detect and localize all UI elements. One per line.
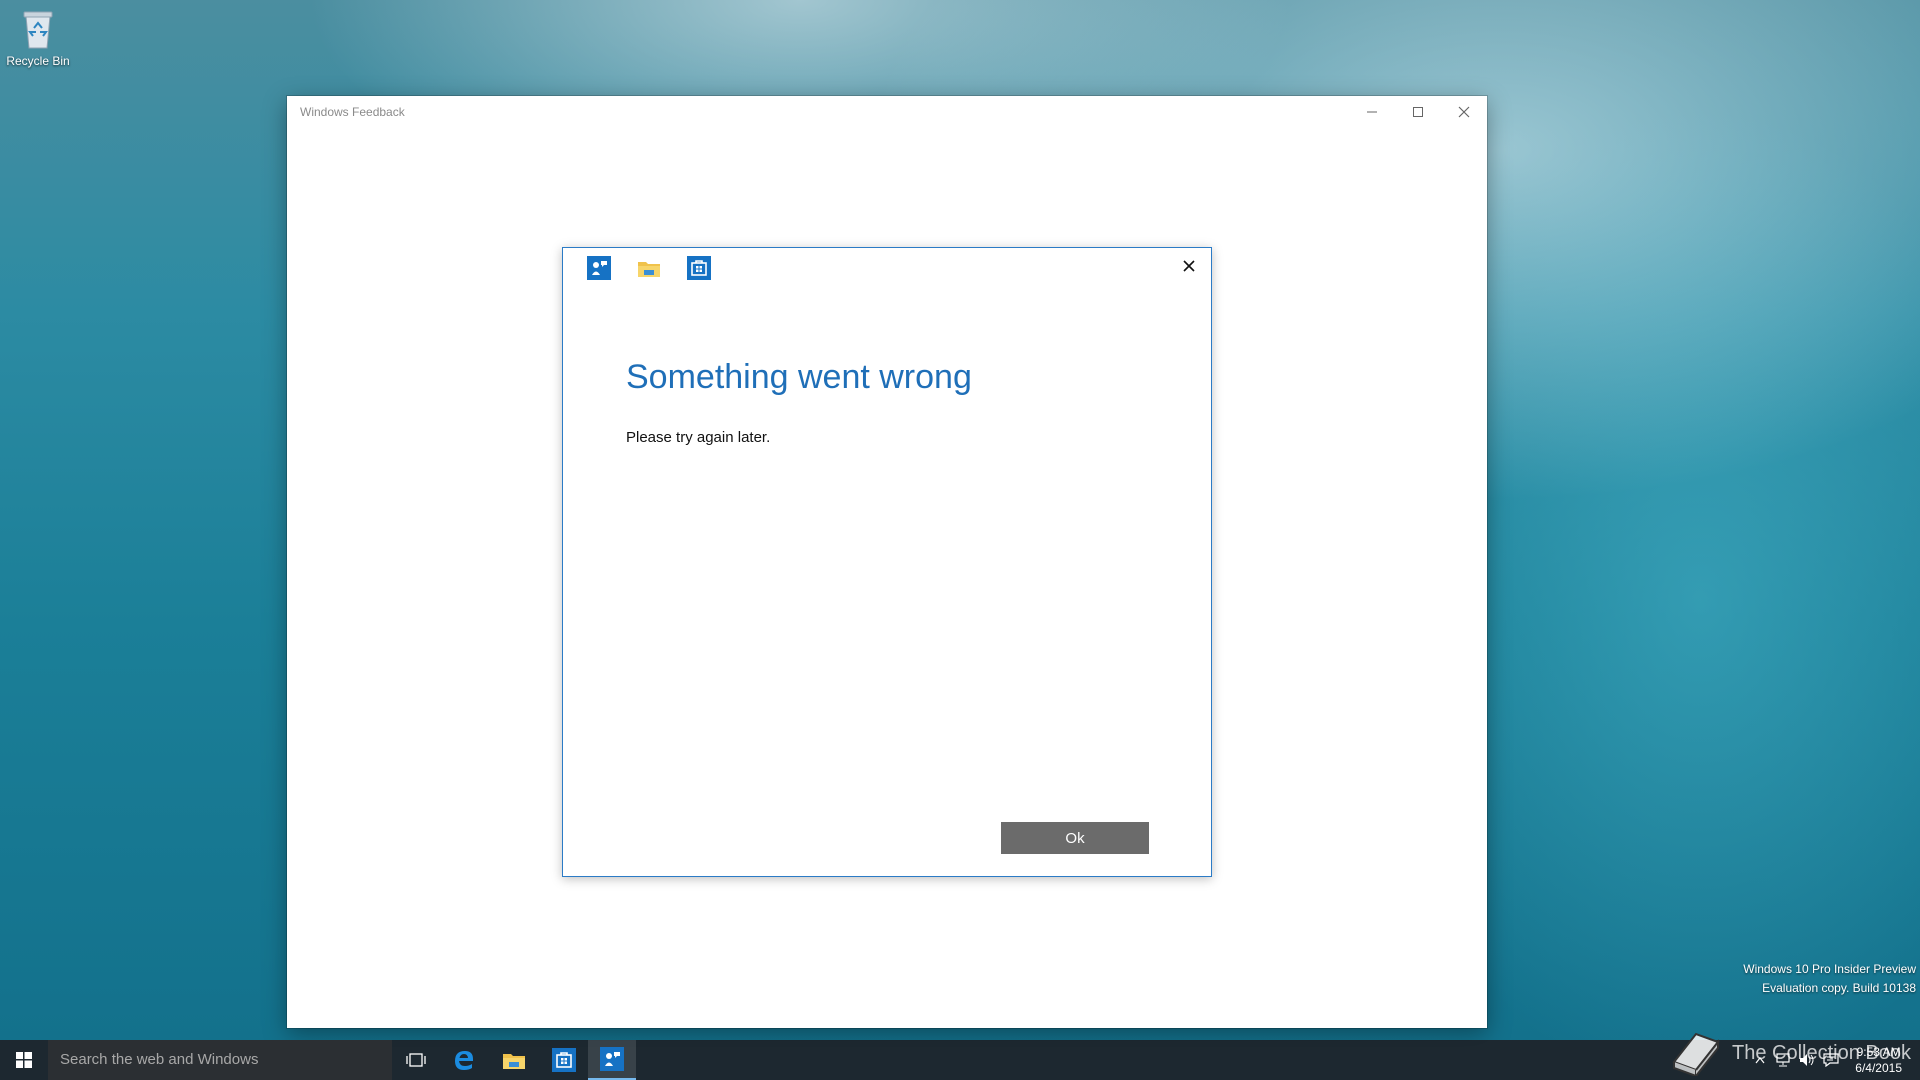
maximize-button[interactable] bbox=[1395, 96, 1441, 128]
close-button[interactable] bbox=[1441, 96, 1487, 128]
close-icon bbox=[1183, 260, 1195, 272]
taskbar-search-box[interactable]: Search the web and Windows bbox=[48, 1040, 392, 1080]
recycle-bin-shortcut[interactable]: Recycle Bin bbox=[4, 6, 72, 68]
watermark-line-1: Windows 10 Pro Insider Preview bbox=[1743, 962, 1916, 976]
task-view-button[interactable] bbox=[392, 1040, 440, 1080]
error-dialog: Something went wrong Please try again la… bbox=[562, 247, 1212, 877]
store-icon[interactable] bbox=[687, 256, 711, 280]
windows-feedback-window: Windows Feedback Something went wrong Pl… bbox=[287, 96, 1487, 1028]
desktop: Recycle Bin Windows Feedback Something w… bbox=[0, 0, 1920, 1040]
ok-button[interactable]: Ok bbox=[1001, 822, 1149, 854]
dialog-title: Something went wrong bbox=[626, 358, 972, 396]
minimize-icon bbox=[1367, 111, 1377, 113]
windows-logo-icon bbox=[16, 1052, 32, 1068]
build-watermark: Windows 10 Pro Insider Preview Evaluatio… bbox=[1743, 960, 1916, 998]
windows-feedback-icon[interactable] bbox=[587, 256, 611, 280]
minimize-button[interactable] bbox=[1349, 96, 1395, 128]
taskbar-file-explorer-button[interactable] bbox=[490, 1040, 538, 1080]
taskbar-edge-button[interactable] bbox=[440, 1040, 488, 1080]
window-title: Windows Feedback bbox=[300, 105, 405, 119]
file-explorer-icon bbox=[503, 1054, 525, 1069]
windows-feedback-icon bbox=[600, 1047, 624, 1071]
task-view-icon bbox=[406, 1053, 426, 1067]
taskbar: Search the web and Windows 9:53 AM 6/4/2… bbox=[0, 1040, 1920, 1080]
window-titlebar[interactable]: Windows Feedback bbox=[287, 96, 1487, 128]
taskbar-store-button[interactable] bbox=[540, 1040, 588, 1080]
taskbar-windows-feedback-button[interactable] bbox=[588, 1040, 636, 1080]
dialog-message: Please try again later. bbox=[626, 429, 771, 446]
edge-icon bbox=[455, 1051, 473, 1070]
start-button[interactable] bbox=[0, 1040, 48, 1080]
watermark-line-2: Evaluation copy. Build 10138 bbox=[1762, 981, 1916, 995]
close-icon bbox=[1458, 106, 1470, 118]
overlay-brand-text: The Collection Book bbox=[1732, 1042, 1911, 1064]
store-icon bbox=[552, 1048, 576, 1072]
book-logo-icon bbox=[1672, 1032, 1720, 1076]
file-explorer-icon[interactable] bbox=[637, 256, 661, 280]
maximize-icon bbox=[1413, 107, 1423, 117]
recycle-bin-label: Recycle Bin bbox=[6, 54, 70, 68]
dialog-close-button[interactable] bbox=[1177, 254, 1201, 278]
recycle-bin-icon bbox=[21, 8, 55, 50]
